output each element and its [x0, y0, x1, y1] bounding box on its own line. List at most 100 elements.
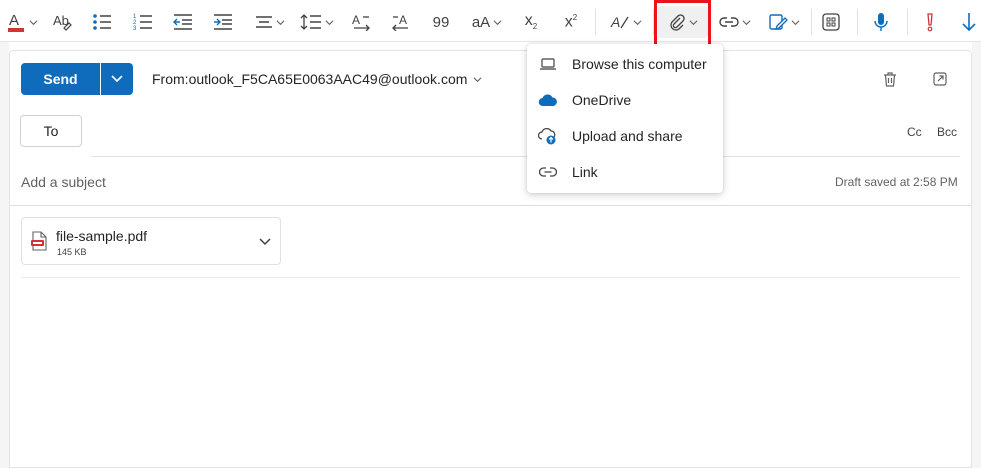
onedrive-icon [538, 91, 558, 109]
importance-low-icon [962, 13, 976, 32]
to-button[interactable]: To [20, 115, 82, 147]
toolbar-separator [857, 9, 858, 35]
increase-indent-button[interactable] [210, 7, 236, 37]
superscript-icon: x2 [564, 12, 578, 31]
bullets-icon [93, 14, 111, 30]
styles-icon: A [610, 14, 629, 30]
subject-input[interactable]: Add a subject [21, 174, 106, 190]
menu-item-link[interactable]: Link [527, 154, 723, 190]
send-split-button: Send [21, 63, 133, 95]
pop-out-icon [933, 72, 947, 86]
align-button[interactable] [252, 7, 288, 37]
laptop-icon [538, 55, 558, 73]
menu-item-onedrive[interactable]: OneDrive [527, 82, 723, 118]
chevron-down-icon [276, 19, 285, 25]
chevron-down-icon [742, 19, 751, 25]
importance-high-button[interactable] [917, 7, 943, 37]
menu-item-label: Link [572, 164, 598, 180]
decrease-indent-icon [173, 14, 192, 30]
subscript-icon: x2 [524, 12, 538, 32]
chevron-down-icon [29, 19, 38, 25]
rtl-icon: A [392, 13, 408, 31]
cc-button[interactable]: Cc [907, 125, 922, 139]
chevron-down-icon [111, 75, 123, 83]
svg-text:A: A [352, 13, 360, 27]
from-selector[interactable]: From: outlook_F5CA65E0063AAC49@outlook.c… [152, 71, 482, 87]
decrease-indent-button[interactable] [170, 7, 196, 37]
menu-item-upload-share[interactable]: Upload and share [527, 118, 723, 154]
chevron-down-icon[interactable] [258, 235, 272, 249]
toolbar-separator [811, 9, 812, 35]
pop-out-button[interactable] [930, 69, 950, 89]
from-address: outlook_F5CA65E0063AAC49@outlook.com [188, 71, 468, 87]
send-options-button[interactable] [101, 63, 133, 95]
ltr-icon: A [352, 13, 370, 31]
attach-menu: Browse this computer OneDrive Upload and… [527, 44, 723, 193]
styles-button[interactable]: A [606, 7, 646, 37]
chevron-down-icon [473, 76, 482, 82]
link-icon [538, 163, 558, 181]
send-button[interactable]: Send [21, 63, 100, 95]
chevron-down-icon [633, 19, 642, 25]
superscript-button[interactable]: x2 [558, 7, 584, 37]
attachment-divider [21, 277, 960, 278]
dictate-icon [874, 13, 888, 31]
signature-button[interactable] [764, 7, 804, 37]
dictate-button[interactable] [868, 7, 894, 37]
toolbar-separator [907, 9, 908, 35]
format-painter-button[interactable]: Ab [50, 7, 76, 37]
signature-icon [769, 14, 788, 31]
attach-highlight-box [654, 0, 711, 47]
discard-button[interactable] [880, 69, 900, 89]
attachment-card[interactable]: file-sample.pdf 145 KB [21, 217, 281, 265]
apps-icon [822, 13, 840, 31]
chevron-down-icon [493, 19, 502, 25]
font-color-icon: A [8, 12, 24, 32]
from-label: From: [152, 71, 189, 87]
format-painter-icon: Ab [53, 13, 72, 31]
menu-item-label: Upload and share [572, 128, 683, 144]
importance-low-button[interactable] [957, 7, 981, 37]
increase-indent-icon [214, 14, 232, 30]
formatting-toolbar: A Ab 1 2 3 A A 99 aA x2 x2 A [0, 0, 981, 42]
pdf-file-icon [31, 231, 47, 251]
bcc-button[interactable]: Bcc [937, 125, 957, 139]
bullets-button[interactable] [89, 7, 115, 37]
rtl-button[interactable]: A [388, 7, 414, 37]
menu-item-label: OneDrive [572, 92, 632, 108]
change-case-icon: aA [471, 13, 491, 31]
svg-text:A: A [399, 13, 407, 27]
numbering-icon: 1 2 3 [133, 14, 152, 32]
draft-status: Draft saved at 2:58 PM [835, 175, 958, 189]
apps-button[interactable] [818, 7, 844, 37]
left-gutter [0, 42, 9, 468]
toolbar-separator [595, 9, 596, 35]
line-spacing-button[interactable] [297, 7, 337, 37]
change-case-button[interactable]: aA [467, 7, 507, 37]
svg-text:A: A [9, 12, 19, 29]
right-gutter [972, 42, 981, 468]
link-icon [719, 17, 739, 27]
quote-icon: 99 [432, 13, 450, 31]
cloud-upload-icon [538, 127, 558, 145]
attachment-name: file-sample.pdf [56, 228, 148, 244]
chevron-down-icon [325, 19, 334, 25]
trash-icon [884, 71, 896, 87]
link-button[interactable] [715, 7, 755, 37]
svg-text:3: 3 [133, 26, 137, 32]
numbering-button[interactable]: 1 2 3 [130, 7, 156, 37]
chevron-down-icon [791, 19, 800, 25]
attachment-size: 145 KB [57, 247, 87, 257]
subject-divider [9, 205, 972, 206]
font-color-button[interactable]: A [2, 7, 42, 37]
line-spacing-icon [300, 14, 321, 30]
to-field-underline [91, 156, 960, 157]
align-icon [256, 16, 272, 28]
subscript-button[interactable]: x2 [518, 7, 544, 37]
menu-item-browse-computer[interactable]: Browse this computer [527, 46, 723, 82]
quote-button[interactable]: 99 [428, 7, 454, 37]
menu-item-label: Browse this computer [572, 56, 707, 72]
importance-high-icon [927, 13, 933, 32]
svg-text:A: A [610, 14, 620, 30]
ltr-button[interactable]: A [348, 7, 374, 37]
